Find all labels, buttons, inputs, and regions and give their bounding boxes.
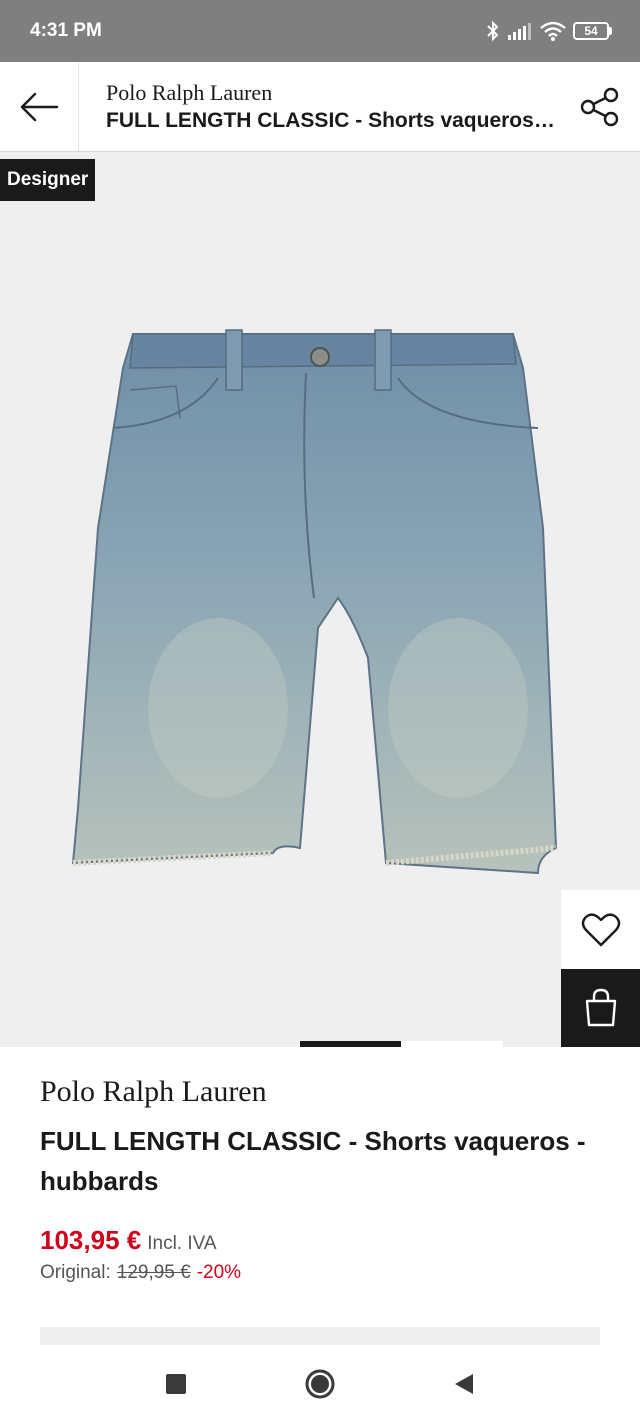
home-button[interactable] xyxy=(300,1364,340,1404)
designer-badge: Designer xyxy=(0,159,96,201)
home-circle-icon xyxy=(305,1369,335,1398)
header-title: FULL LENGTH CLASSIC - Shorts vaqueros - … xyxy=(106,108,556,132)
vat-note: Incl. IVA xyxy=(147,1233,217,1254)
product-image-carousel[interactable]: Designer xyxy=(0,152,640,1047)
recents-square-icon xyxy=(166,1373,186,1394)
wishlist-button[interactable] xyxy=(561,890,640,969)
share-icon xyxy=(580,87,619,126)
heart-icon xyxy=(581,912,620,946)
denim-shorts-image xyxy=(71,329,558,875)
original-label: Original: xyxy=(40,1262,111,1283)
battery-icon: 54 xyxy=(573,22,612,40)
recents-button[interactable] xyxy=(156,1364,196,1404)
top-app-bar: Polo Ralph Lauren FULL LENGTH CLASSIC - … xyxy=(0,62,640,152)
back-triangle-icon xyxy=(455,1373,473,1394)
add-to-bag-button[interactable] xyxy=(561,969,640,1047)
back-nav-button[interactable] xyxy=(444,1364,484,1404)
original-price: 129,95 € xyxy=(116,1262,191,1283)
wifi-icon xyxy=(540,21,566,41)
system-nav-bar xyxy=(0,1345,640,1422)
product-title: FULL LENGTH CLASSIC - Shorts vaqueros - … xyxy=(40,1126,586,1196)
status-icons: 54 xyxy=(485,20,612,42)
status-time: 4:31 PM xyxy=(30,20,102,41)
battery-level: 54 xyxy=(573,22,609,40)
next-section-peek xyxy=(40,1327,600,1345)
discount-badge: -20% xyxy=(196,1262,242,1283)
current-price: 103,95 € xyxy=(40,1225,142,1255)
share-button[interactable] xyxy=(560,62,640,151)
bluetooth-icon xyxy=(487,20,499,42)
header-brand: Polo Ralph Lauren xyxy=(106,79,273,105)
price-row: 103,95 € Incl. IVA xyxy=(40,1225,600,1256)
product-info: Polo Ralph Lauren FULL LENGTH CLASSIC - … xyxy=(40,1047,600,1284)
header-text: Polo Ralph Lauren FULL LENGTH CLASSIC - … xyxy=(79,79,560,135)
signal-icon xyxy=(508,23,531,40)
product-page: 4:31 PM 54 Polo Ralph Lauren FULL LENGTH… xyxy=(0,0,640,1422)
original-price-row: Original: 129,95 € -20% xyxy=(40,1262,600,1284)
product-brand[interactable]: Polo Ralph Lauren xyxy=(40,1075,600,1109)
arrow-left-icon xyxy=(20,92,59,121)
status-bar: 4:31 PM 54 xyxy=(0,0,640,62)
shopping-bag-icon xyxy=(585,988,616,1027)
back-button[interactable] xyxy=(0,62,79,151)
